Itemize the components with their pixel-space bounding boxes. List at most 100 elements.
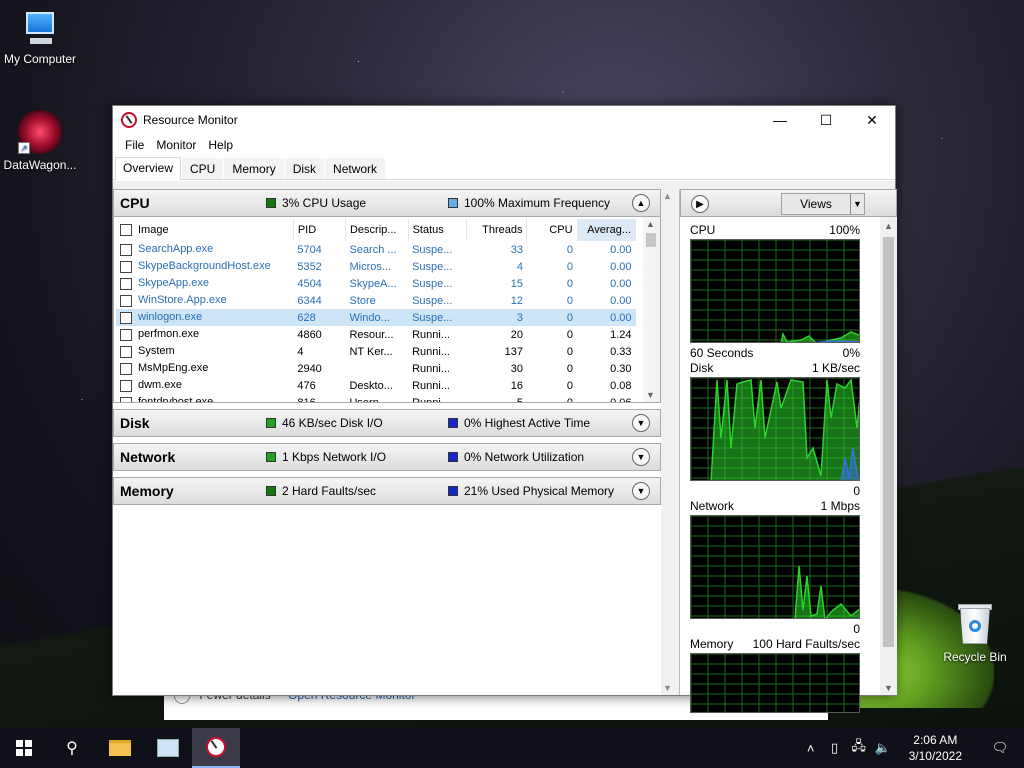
cell-status: Runni... <box>412 362 450 375</box>
scroll-thumb[interactable] <box>883 237 894 647</box>
cell-avg: 0.06 <box>610 396 632 403</box>
column-header[interactable]: Averag... <box>577 219 637 241</box>
graph-min: 0 <box>853 622 860 636</box>
resource-monitor-taskbar-button[interactable] <box>192 728 240 768</box>
table-row[interactable]: fontdrvhost.exe 816 Usern... Runni... 5 0 0.06 <box>116 394 636 403</box>
desktop-icon-recycle-bin[interactable]: Recycle Bin <box>935 602 1015 664</box>
process-table-scrollbar[interactable]: ▲ ▼ <box>643 217 660 402</box>
scroll-down-icon[interactable]: ▼ <box>646 390 655 400</box>
process-checkbox[interactable] <box>120 345 132 358</box>
device-icon[interactable]: ▯ <box>823 740 847 756</box>
desktop-icon-datawagon[interactable]: ↗ DataWagon... <box>0 110 80 172</box>
maximize-button[interactable]: ☐ <box>803 106 849 134</box>
title-bar[interactable]: Resource Monitor — ☐ ✕ <box>113 106 895 134</box>
sections-scrollbar[interactable]: ▲ ▼ <box>661 189 674 695</box>
graphs-toolbar: ▶ Views ▼ <box>680 189 897 217</box>
table-row[interactable]: WinStore.App.exe 6344 Store Suspe... 12 0 0.00 <box>116 292 636 309</box>
cell-desc: Micros... <box>349 260 392 273</box>
column-header[interactable]: Image <box>116 219 294 241</box>
resource-monitor-window: Resource Monitor — ☐ ✕ File Monitor Help… <box>112 105 897 715</box>
tab-network[interactable]: Network <box>325 158 386 179</box>
cell-threads: 5 <box>516 396 523 403</box>
memory-section-header[interactable]: Memory 2 Hard Faults/sec 21% Used Physic… <box>113 477 661 505</box>
select-all-checkbox[interactable] <box>120 224 132 237</box>
network-icon[interactable]: 🖧 <box>847 737 871 759</box>
scroll-down-icon[interactable]: ▼ <box>884 683 893 693</box>
expand-chevron-down-icon[interactable]: ▼ <box>632 448 650 466</box>
tab-memory[interactable]: Memory <box>224 158 284 179</box>
process-checkbox[interactable] <box>120 396 132 402</box>
scroll-up-icon[interactable]: ▲ <box>646 219 655 229</box>
column-header[interactable]: CPU <box>526 219 578 241</box>
cell-cpu: 0 <box>566 379 574 392</box>
process-checkbox[interactable] <box>120 243 132 256</box>
views-dropdown[interactable]: Views ▼ <box>781 193 865 215</box>
process-checkbox[interactable] <box>120 379 132 392</box>
tab-disk[interactable]: Disk <box>284 158 325 179</box>
collapse-pane-arrow-icon[interactable]: ▶ <box>691 195 709 213</box>
process-name: perfmon.exe <box>138 328 200 341</box>
window-title: Resource Monitor <box>143 113 238 127</box>
cell-threads: 15 <box>510 277 523 290</box>
process-checkbox[interactable] <box>120 362 132 375</box>
minimize-button[interactable]: — <box>757 106 803 134</box>
cell-cpu: 0 <box>566 243 574 256</box>
table-row[interactable]: SearchApp.exe 5704 Search ... Suspe... 33 0 0.… <box>116 241 636 258</box>
table-header-row: Image PID Descrip... Status Threads CPU Averag… <box>116 219 637 241</box>
search-button[interactable]: ⚲ <box>48 728 96 768</box>
legend-swatch <box>448 452 458 462</box>
cell-threads: 4 <box>516 260 523 273</box>
scroll-up-icon[interactable]: ▲ <box>884 221 893 231</box>
column-header[interactable]: Descrip... <box>345 219 409 241</box>
menu-monitor[interactable]: Monitor <box>150 138 202 152</box>
volume-icon[interactable]: 🔈 <box>871 740 895 756</box>
cell-avg: 0.30 <box>610 362 632 375</box>
network-section-header[interactable]: Network 1 Kbps Network I/O 0% Network Ut… <box>113 443 661 471</box>
process-checkbox[interactable] <box>120 277 132 290</box>
column-header[interactable]: Status <box>408 219 467 241</box>
cell-avg: 1.24 <box>610 328 632 341</box>
column-header[interactable]: Threads <box>466 219 528 241</box>
cell-threads: 3 <box>466 309 527 326</box>
collapse-chevron-up-icon[interactable]: ▲ <box>632 194 650 212</box>
cpu-section-header[interactable]: CPU 3% CPU Usage 100% Maximum Frequency … <box>113 189 661 217</box>
chevron-up-icon[interactable]: ˄ <box>799 741 823 756</box>
tab-overview[interactable]: Overview <box>115 157 182 180</box>
table-row[interactable]: dwm.exe 476 Deskto... Runni... 16 0 0.08 <box>116 377 636 394</box>
process-checkbox[interactable] <box>120 294 132 307</box>
expand-chevron-down-icon[interactable]: ▼ <box>632 482 650 500</box>
start-button[interactable] <box>0 728 48 768</box>
column-header[interactable]: PID <box>293 219 346 241</box>
process-checkbox[interactable] <box>120 311 132 324</box>
scroll-up-icon[interactable]: ▲ <box>663 191 672 201</box>
tab-cpu[interactable]: CPU <box>182 158 224 179</box>
cell-threads: 33 <box>510 243 523 256</box>
column-header-label: Image <box>138 223 169 236</box>
notification-icon[interactable]: 🗨 <box>976 740 1024 756</box>
used-physical-memory-stat: 21% Used Physical Memory <box>448 484 614 498</box>
task-manager-button[interactable] <box>144 728 192 768</box>
file-explorer-button[interactable] <box>96 728 144 768</box>
table-row[interactable]: System 4 NT Ker... Runni... 137 0 0.33 <box>116 343 636 360</box>
desktop-icon-my-computer[interactable]: My Computer <box>0 10 80 66</box>
max-frequency-stat: 100% Maximum Frequency <box>448 196 610 210</box>
table-row[interactable]: SkypeBackgroundHost.exe 5352 Micros... Susp… <box>116 258 636 275</box>
process-checkbox[interactable] <box>120 260 132 273</box>
scroll-down-icon[interactable]: ▼ <box>663 683 672 693</box>
table-row[interactable]: winlogon.exe 628 Windo... Suspe... 3 0 0.00 <box>116 309 636 326</box>
disk-io-trace <box>691 378 862 483</box>
menu-file[interactable]: File <box>119 138 150 152</box>
scroll-thumb[interactable] <box>646 233 656 247</box>
table-row[interactable]: perfmon.exe 4860 Resour... Runni... 20 0 1.24 <box>116 326 636 343</box>
system-tray: ˄ ▯ 🖧 🔈 2:06 AM 3/10/2022 🗨 <box>799 728 1024 768</box>
clock[interactable]: 2:06 AM 3/10/2022 <box>895 732 976 764</box>
expand-chevron-down-icon[interactable]: ▼ <box>632 414 650 432</box>
table-row[interactable]: SkypeApp.exe 4504 SkypeA... Suspe... 15 0 0.00 <box>116 275 636 292</box>
disk-section-header[interactable]: Disk 46 KB/sec Disk I/O 0% Highest Activ… <box>113 409 661 437</box>
graphs-scrollbar[interactable]: ▲ ▼ <box>880 217 897 695</box>
menu-help[interactable]: Help <box>202 138 239 152</box>
hard-faults-stat: 2 Hard Faults/sec <box>266 484 376 498</box>
table-row[interactable]: MsMpEng.exe 2940 Runni... 30 0 0.30 <box>116 360 636 377</box>
process-checkbox[interactable] <box>120 328 132 341</box>
close-button[interactable]: ✕ <box>849 106 895 134</box>
